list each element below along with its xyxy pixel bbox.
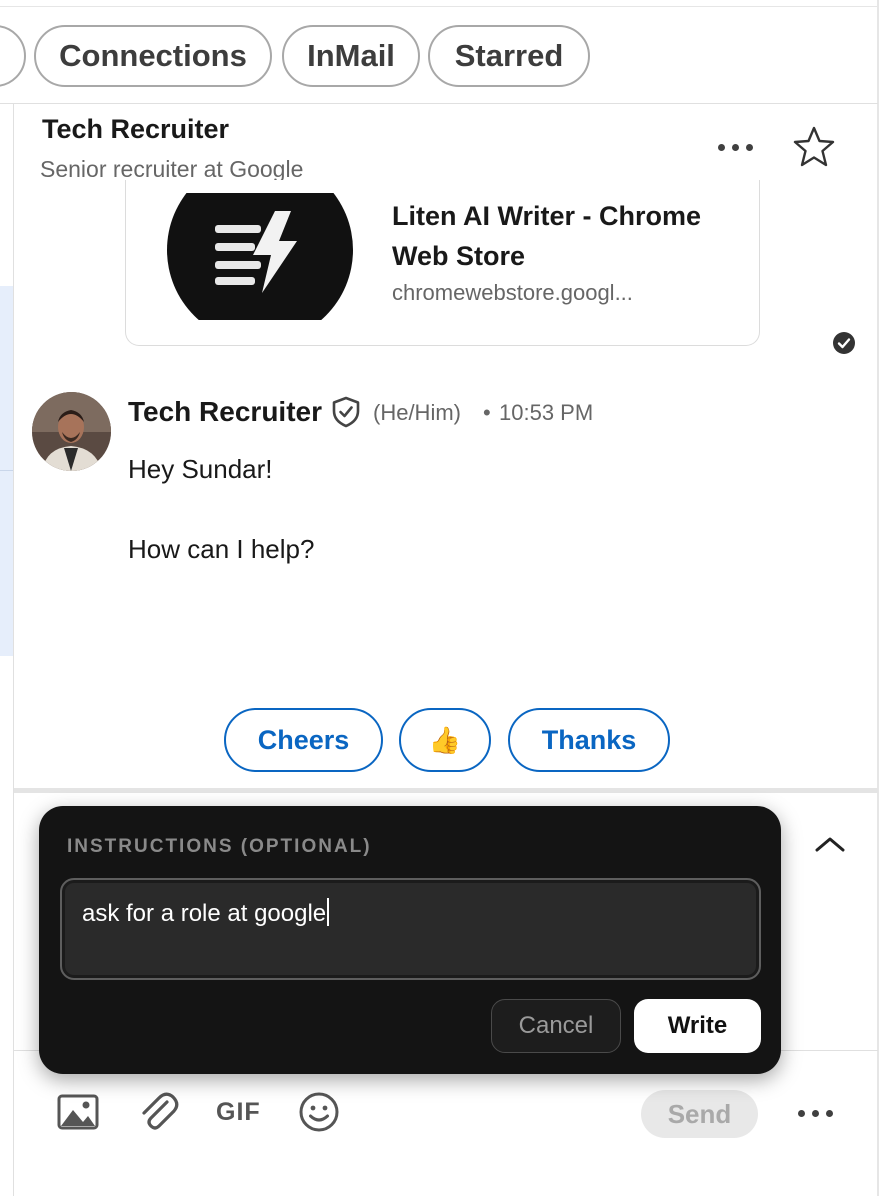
divider [0, 103, 878, 104]
write-button[interactable]: Write [634, 999, 761, 1053]
quick-reply-cheers[interactable]: Cheers [224, 708, 383, 772]
sender-pronouns: (He/Him) [373, 400, 461, 425]
right-border [877, 0, 879, 1196]
message-text-line: Hey Sundar! [128, 454, 273, 484]
more-options-icon[interactable] [710, 130, 760, 164]
filter-starred[interactable]: Starred [428, 25, 590, 87]
message-sender-name[interactable]: Tech Recruiter [128, 396, 322, 428]
compose-divider [14, 788, 878, 793]
image-icon[interactable] [56, 1092, 100, 1132]
link-preview-title[interactable]: Liten AI Writer - Chrome Web Store [392, 196, 722, 276]
gif-button[interactable]: GIF [216, 1098, 261, 1127]
divider [0, 470, 14, 471]
avatar[interactable] [32, 392, 111, 471]
pane-divider [13, 103, 14, 1196]
filter-connections[interactable]: Connections [34, 25, 272, 87]
liten-logo [125, 193, 365, 320]
cancel-button[interactable]: Cancel [491, 999, 621, 1053]
attachment-icon[interactable] [136, 1092, 180, 1132]
filter-pill-partial[interactable] [0, 25, 26, 87]
chevron-up-icon[interactable] [812, 832, 848, 856]
send-button[interactable]: Send [641, 1090, 758, 1138]
meta-separator: • [483, 400, 491, 425]
link-preview-domain: chromewebstore.googl... [392, 280, 633, 305]
instructions-label: INSTRUCTIONS (OPTIONAL) [67, 836, 372, 857]
filter-inmail[interactable]: InMail [282, 25, 420, 87]
quick-reply-thumbs-up[interactable]: 👍 [399, 708, 491, 772]
emoji-icon[interactable] [297, 1092, 341, 1132]
message-timestamp: 10:53 PM [499, 400, 594, 425]
conversation-title[interactable]: Tech Recruiter [42, 114, 229, 145]
divider [0, 6, 878, 7]
more-options-icon[interactable] [790, 1096, 840, 1130]
verified-shield-icon [331, 396, 361, 428]
instructions-input[interactable]: ask for a role at google [60, 878, 761, 980]
quick-reply-thanks[interactable]: Thanks [508, 708, 670, 772]
ai-writer-popover: INSTRUCTIONS (OPTIONAL) ask for a role a… [39, 806, 781, 1074]
conversation-subtitle: Senior recruiter at Google [40, 156, 304, 182]
read-receipt-icon [833, 332, 855, 354]
selected-conversation-highlight [0, 286, 14, 656]
left-pane-edge [0, 0, 14, 1196]
instructions-input-value: ask for a role at google [82, 900, 327, 927]
text-caret [327, 898, 330, 926]
message-text-line: How can I help? [128, 534, 315, 564]
star-icon[interactable] [790, 125, 838, 169]
